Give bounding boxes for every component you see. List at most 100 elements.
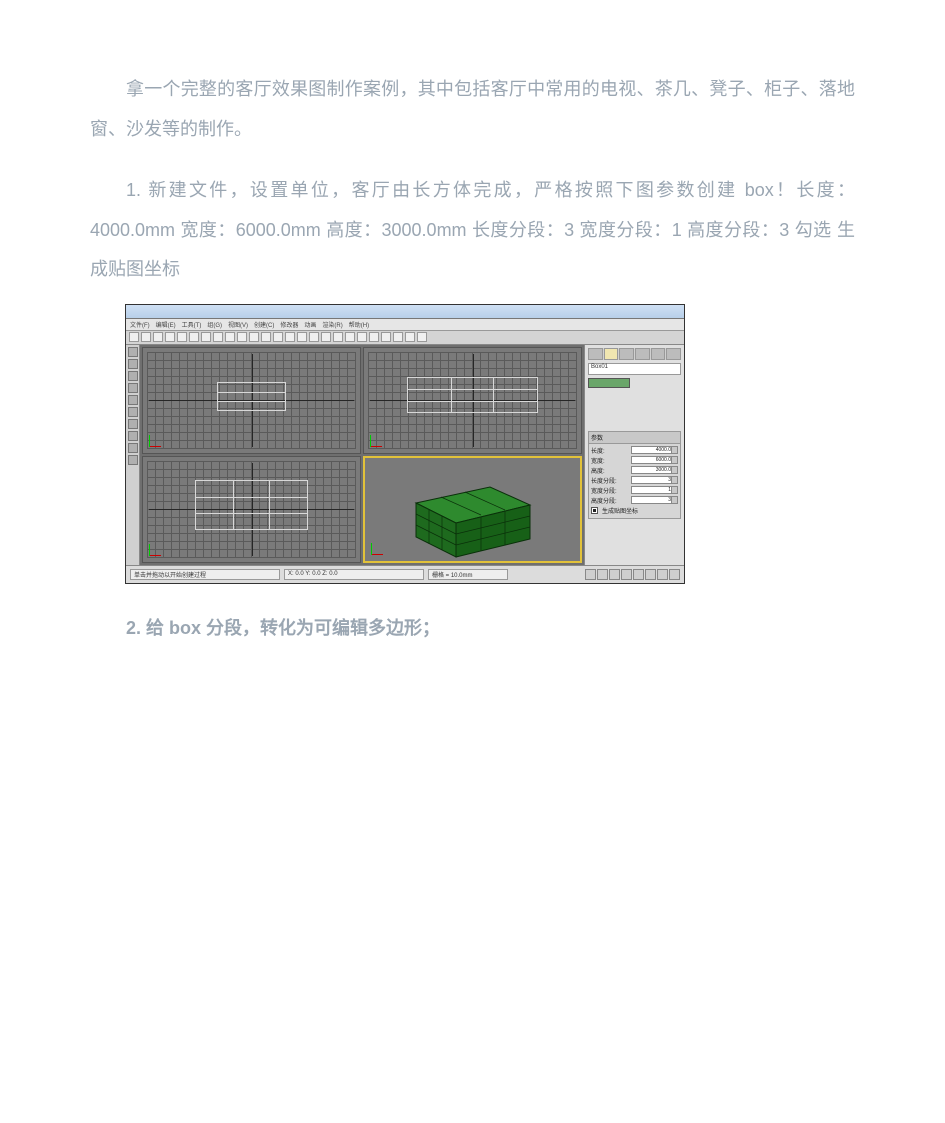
tool-button[interactable] [128, 431, 138, 441]
nav-button[interactable] [609, 569, 620, 580]
toolbar-button[interactable] [273, 332, 283, 342]
width-segs-spinner[interactable]: 1 [631, 486, 678, 494]
toolbar-button[interactable] [369, 332, 379, 342]
parameters-rollout: 参数 长度: 4000.0 宽度: 6000.0 高度: 3000.0 长度分 [588, 431, 681, 519]
length-segs-spinner[interactable]: 3 [631, 476, 678, 484]
toolbar-button[interactable] [177, 332, 187, 342]
toolbar-button[interactable] [381, 332, 391, 342]
toolbar-button[interactable] [153, 332, 163, 342]
motion-tab[interactable] [635, 348, 650, 360]
nav-button[interactable] [657, 569, 668, 580]
viewport-front[interactable] [363, 347, 582, 454]
modify-tab[interactable] [604, 348, 619, 360]
menu-item[interactable]: 文件(F) [130, 320, 150, 329]
menu-item[interactable]: 动画 [304, 320, 316, 329]
tool-button[interactable] [128, 419, 138, 429]
step-2-paragraph: 2. 给 box 分段，转化为可编辑多边形； [90, 614, 855, 640]
display-tab[interactable] [651, 348, 666, 360]
width-label: 宽度: [591, 456, 629, 465]
intro-paragraph: 拿一个完整的客厅效果图制作案例，其中包括客厅中常用的电视、茶几、凳子、柜子、落地… [90, 70, 855, 149]
tool-button[interactable] [128, 359, 138, 369]
menu-item[interactable]: 帮助(H) [349, 320, 369, 329]
window-titlebar [126, 305, 684, 319]
generate-mapping-checkbox[interactable] [591, 507, 598, 514]
tool-button[interactable] [128, 407, 138, 417]
length-spinner[interactable]: 4000.0 [631, 446, 678, 454]
length-segs-label: 长度分段: [591, 476, 629, 485]
command-panel: Box01 参数 长度: 4000.0 宽度: 6000.0 高度: 3 [584, 345, 684, 565]
toolbar-button[interactable] [225, 332, 235, 342]
main-toolbar [126, 331, 684, 345]
axis-gizmo-icon [371, 541, 385, 555]
tool-button[interactable] [128, 395, 138, 405]
rollout-title[interactable]: 参数 [589, 432, 680, 444]
status-grid: 栅格 = 10.0mm [428, 569, 508, 580]
toolbar-button[interactable] [357, 332, 367, 342]
viewport-quad [140, 345, 584, 565]
toolbar-button[interactable] [417, 332, 427, 342]
create-tab[interactable] [588, 348, 603, 360]
toolbar-button[interactable] [129, 332, 139, 342]
generate-mapping-label: 生成贴图坐标 [602, 506, 638, 515]
nav-button[interactable] [645, 569, 656, 580]
toolbar-button[interactable] [297, 332, 307, 342]
nav-button[interactable] [597, 569, 608, 580]
nav-button[interactable] [633, 569, 644, 580]
menu-item[interactable]: 工具(T) [182, 320, 202, 329]
menu-bar: 文件(F) 编辑(E) 工具(T) 组(G) 视图(V) 创建(C) 修改器 动… [126, 319, 684, 331]
axis-gizmo-icon [149, 433, 163, 447]
toolbar-button[interactable] [165, 332, 175, 342]
embedded-3dsmax-screenshot: 文件(F) 编辑(E) 工具(T) 组(G) 视图(V) 创建(C) 修改器 动… [125, 304, 685, 584]
menu-item[interactable]: 创建(C) [254, 320, 274, 329]
toolbar-button[interactable] [333, 332, 343, 342]
length-label: 长度: [591, 446, 629, 455]
nav-button[interactable] [669, 569, 680, 580]
object-name-field[interactable]: Box01 [588, 363, 681, 375]
height-segs-label: 高度分段: [591, 496, 629, 505]
tool-button[interactable] [128, 443, 138, 453]
viewport-left[interactable] [142, 456, 361, 563]
hierarchy-tab[interactable] [619, 348, 634, 360]
menu-item[interactable]: 视图(V) [228, 320, 248, 329]
nav-button[interactable] [621, 569, 632, 580]
app-body: Box01 参数 长度: 4000.0 宽度: 6000.0 高度: 3 [126, 345, 684, 565]
menu-item[interactable]: 组(G) [207, 320, 222, 329]
status-coords: X: 0.0 Y: 0.0 Z: 0.0 [284, 569, 424, 580]
width-segs-label: 宽度分段: [591, 486, 629, 495]
object-color-swatch[interactable] [588, 378, 630, 388]
utilities-tab[interactable] [666, 348, 681, 360]
toolbar-button[interactable] [141, 332, 151, 342]
width-spinner[interactable]: 6000.0 [631, 456, 678, 464]
left-tool-strip [126, 345, 140, 565]
toolbar-button[interactable] [321, 332, 331, 342]
viewport-top[interactable] [142, 347, 361, 454]
menu-item[interactable]: 修改器 [280, 320, 298, 329]
toolbar-button[interactable] [309, 332, 319, 342]
toolbar-button[interactable] [405, 332, 415, 342]
tool-button[interactable] [128, 383, 138, 393]
toolbar-button[interactable] [213, 332, 223, 342]
menu-item[interactable]: 编辑(E) [156, 320, 176, 329]
height-spinner[interactable]: 3000.0 [631, 466, 678, 474]
menu-item[interactable]: 渲染(R) [322, 320, 342, 329]
toolbar-button[interactable] [285, 332, 295, 342]
toolbar-button[interactable] [189, 332, 199, 342]
toolbar-button[interactable] [249, 332, 259, 342]
tool-button[interactable] [128, 455, 138, 465]
height-segs-spinner[interactable]: 3 [631, 496, 678, 504]
toolbar-button[interactable] [345, 332, 355, 342]
status-hint: 单击并拖动以开始创建过程 [130, 569, 280, 580]
toolbar-button[interactable] [261, 332, 271, 342]
toolbar-button[interactable] [201, 332, 211, 342]
viewport-perspective[interactable] [363, 456, 582, 563]
toolbar-button[interactable] [237, 332, 247, 342]
wireframe-box [407, 377, 537, 413]
toolbar-button[interactable] [393, 332, 403, 342]
nav-button[interactable] [585, 569, 596, 580]
height-label: 高度: [591, 466, 629, 475]
axis-gizmo-icon [149, 542, 163, 556]
axis-gizmo-icon [370, 433, 384, 447]
viewport-nav-controls [585, 569, 680, 580]
tool-button[interactable] [128, 347, 138, 357]
tool-button[interactable] [128, 371, 138, 381]
